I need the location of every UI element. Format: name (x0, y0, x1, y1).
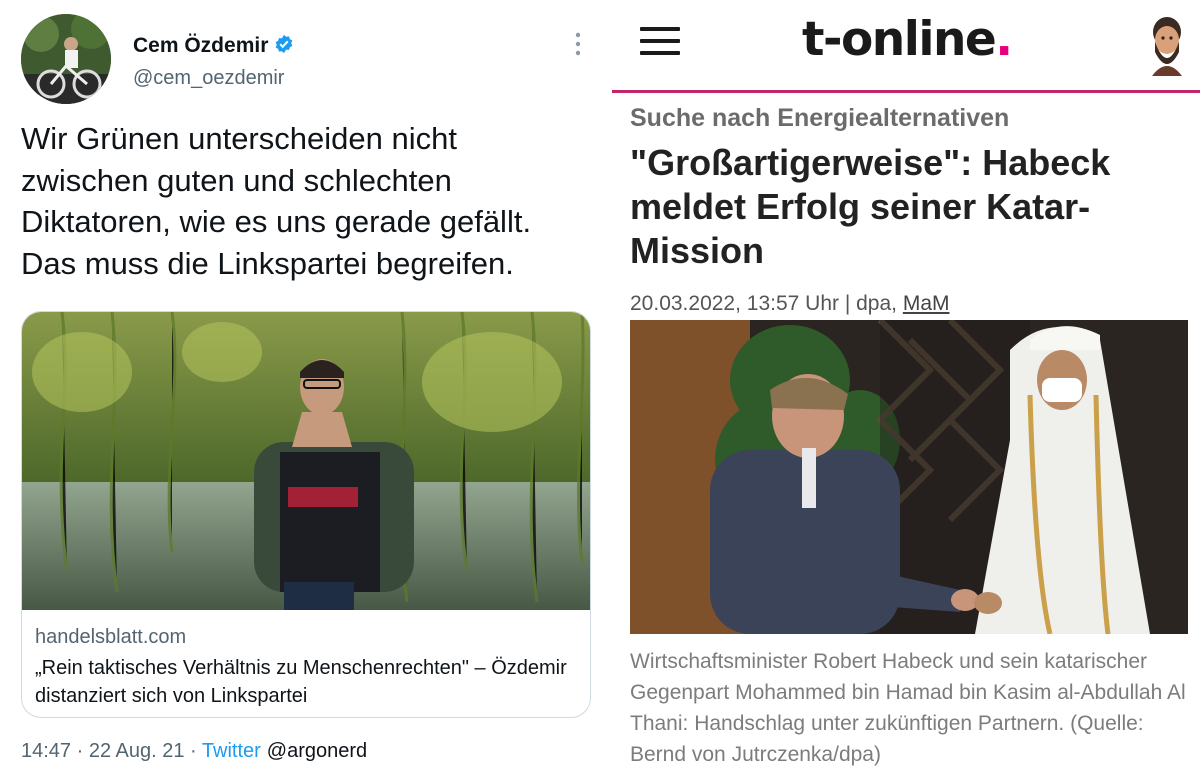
site-logo[interactable]: t-online. (802, 12, 1013, 67)
credit-handle: @argonerd (266, 740, 368, 762)
author-avatar[interactable] (21, 14, 111, 104)
article-panel: t-online. Suche nach Energiealternativen… (612, 0, 1200, 779)
article-headline: "Großartigerweise": Habeck meldet Erfolg… (630, 142, 1111, 271)
tweet-source-link[interactable]: Twitter (202, 740, 261, 762)
article-photo (630, 320, 1188, 634)
tweet-text: Wir Grünen unterscheiden nicht zwischen … (21, 121, 532, 281)
photo-caption: Wirtschaftsminister Robert Habeck und se… (630, 650, 1186, 766)
author-name[interactable]: Cem Özdemir (133, 34, 268, 58)
card-title: „Rein taktisches Verhältnis zu Menschenr… (35, 657, 567, 707)
more-options-icon[interactable] (568, 30, 588, 58)
link-card[interactable]: handelsblatt.com „Rein taktisches Verhäl… (21, 311, 591, 718)
user-profile-icon[interactable] (1144, 12, 1190, 76)
tweet-timestamp[interactable]: 14:47 · 22 Aug. 21 · (21, 740, 202, 762)
nav-divider (612, 90, 1200, 93)
article-kicker: Suche nach Energiealternativen (630, 104, 1010, 132)
card-domain: handelsblatt.com (35, 626, 187, 648)
byline-date-agency: 20.03.2022, 13:57 Uhr | dpa, (630, 292, 903, 315)
verified-badge-icon (275, 34, 293, 54)
logo-text: t-online (802, 12, 997, 67)
author-handle[interactable]: @cem_oezdemir (133, 67, 284, 90)
article-byline: 20.03.2022, 13:57 Uhr | dpa, MaM (630, 292, 950, 316)
card-image (22, 312, 590, 610)
logo-dot: . (995, 12, 1013, 67)
hamburger-menu-icon[interactable] (640, 27, 680, 55)
tweet-meta: 14:47 · 22 Aug. 21 · Twitter @argonerd (21, 740, 367, 763)
byline-author-link[interactable]: MaM (903, 292, 950, 315)
tweet-panel: Cem Özdemir @cem_oezdemir Wir Grünen unt… (0, 0, 605, 779)
